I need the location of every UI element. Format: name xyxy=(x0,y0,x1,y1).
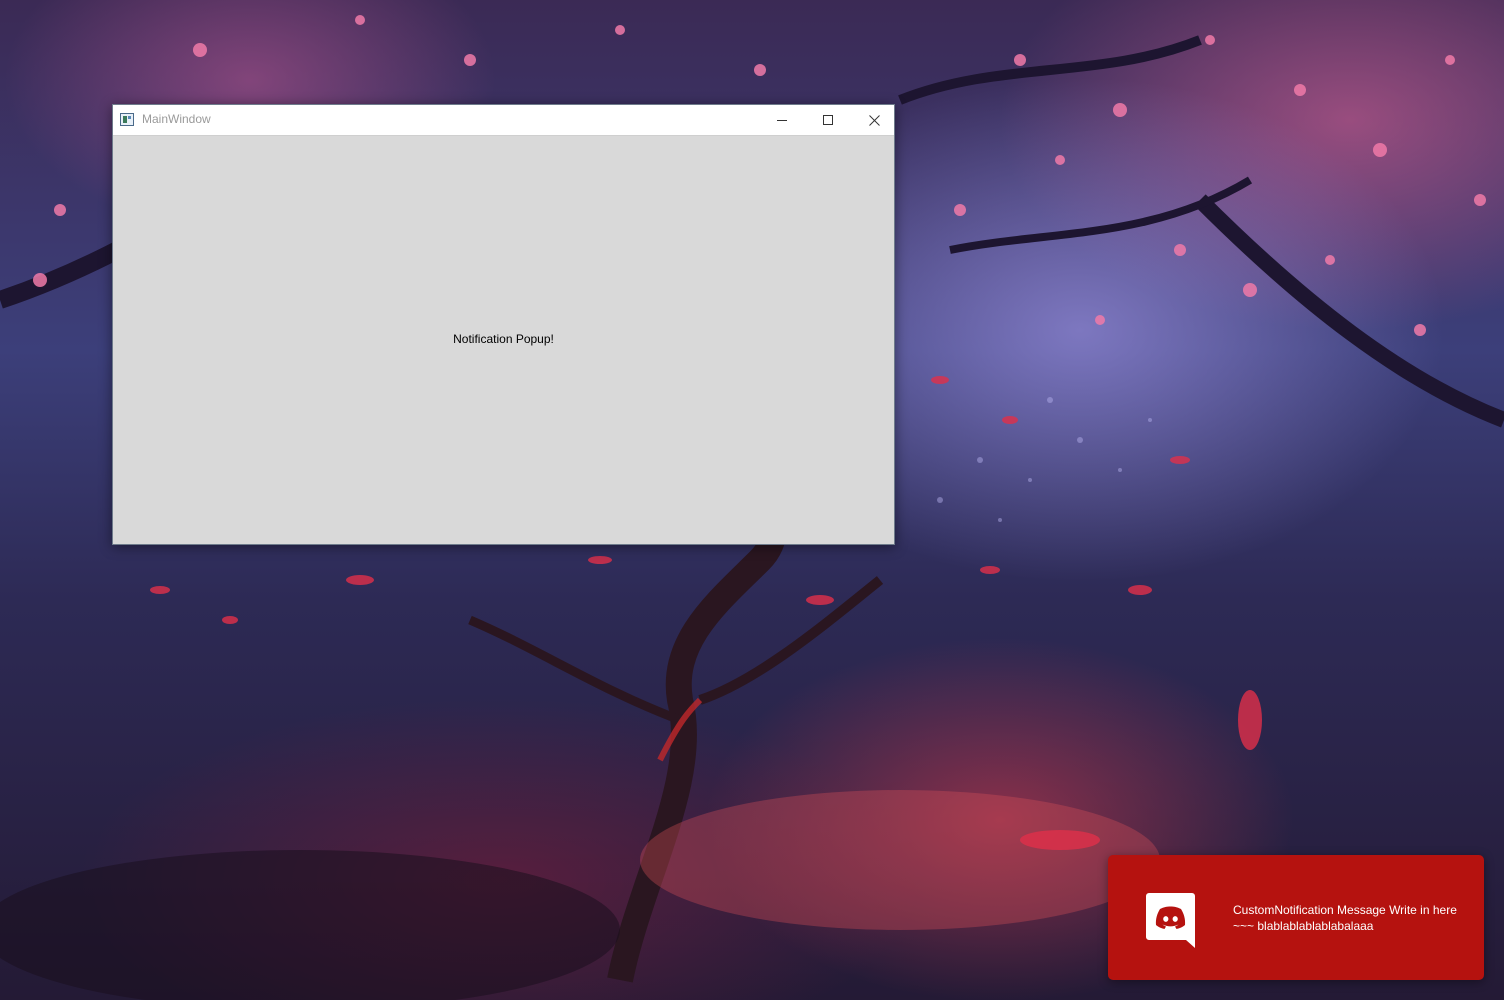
notification-popup-label: Notification Popup! xyxy=(453,331,554,346)
maximize-icon xyxy=(823,115,833,125)
maximize-button[interactable] xyxy=(805,105,851,135)
notification-message: CustomNotification Message Write in here… xyxy=(1233,903,1457,933)
app-icon xyxy=(120,113,134,126)
notification-toast[interactable]: CustomNotification Message Write in here… xyxy=(1108,855,1484,980)
discord-icon xyxy=(1146,893,1195,948)
close-button[interactable] xyxy=(851,105,897,135)
main-window: MainWindow Notification Popup! xyxy=(112,104,895,545)
window-title: MainWindow xyxy=(142,112,211,126)
minimize-icon xyxy=(777,120,787,121)
window-titlebar[interactable]: MainWindow xyxy=(113,105,894,136)
window-client-area: Notification Popup! xyxy=(113,136,894,544)
close-icon xyxy=(868,114,880,126)
minimize-button[interactable] xyxy=(759,105,805,135)
